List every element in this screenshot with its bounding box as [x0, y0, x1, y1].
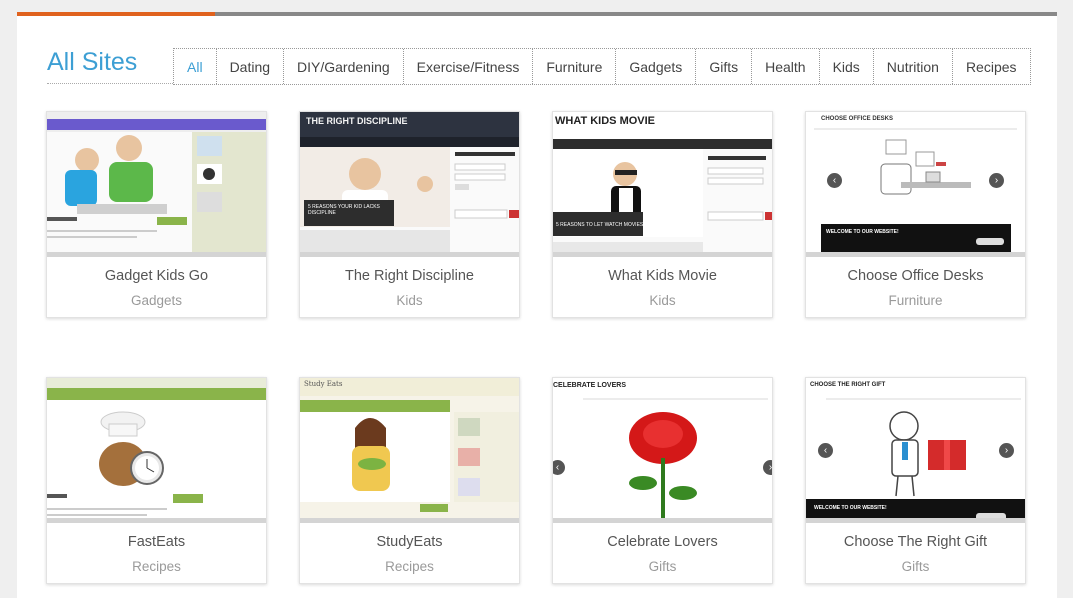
filter-gifts[interactable]: Gifts: [695, 49, 751, 84]
site-card-what-kids-movie[interactable]: WHAT KIDS MOVIE 5 REASONS TO LET WATCH M…: [552, 111, 773, 318]
thumbnail-preview: [47, 112, 266, 252]
thumbnail-preview: [300, 112, 519, 252]
site-card-choose-the-right-gift[interactable]: CHOOSE THE RIGHT GIFT WELCOME TO OUR WEB…: [805, 377, 1026, 584]
thumbnail-header-text: CHOOSE OFFICE DESKS: [821, 116, 894, 122]
chevron-left-icon: ‹: [818, 443, 833, 458]
thumbnail-preview: [300, 378, 519, 518]
thumbnail-preview: [553, 378, 772, 518]
site-category: Furniture: [888, 293, 943, 308]
chevron-left-icon: ‹: [827, 173, 842, 188]
thumbnail-header-text: THE RIGHT DISCIPLINE: [306, 116, 408, 126]
site-name: What Kids Movie: [608, 268, 717, 284]
thumbnail-preview: [806, 378, 1025, 518]
site-category: Kids: [396, 293, 423, 308]
title-underline: [47, 83, 173, 84]
filter-all[interactable]: All: [174, 49, 216, 84]
thumbnail-overlay-text: 5 REASONS TO LET WATCH MOVIES: [556, 222, 644, 228]
site-card-gadget-kids-go[interactable]: Gadget Kids Go Gadgets: [46, 111, 267, 318]
site-category: Recipes: [385, 559, 434, 574]
site-name: Choose The Right Gift: [843, 534, 988, 550]
chevron-right-icon: ›: [989, 173, 1004, 188]
site-name: Gadget Kids Go: [104, 268, 209, 284]
filter-kids[interactable]: Kids: [818, 49, 873, 84]
filter-furniture[interactable]: Furniture: [532, 49, 615, 84]
site-name: FastEats: [127, 534, 186, 550]
thumbnail-header-text: CELEBRATE LOVERS: [553, 382, 626, 389]
site-thumbnail: Study Eats: [300, 378, 519, 523]
filter-diy-gardening[interactable]: DIY/Gardening: [283, 49, 403, 84]
site-card-choose-office-desks[interactable]: CHOOSE OFFICE DESKS WELCOME TO OUR WEBSI…: [805, 111, 1026, 318]
site-card-celebrate-lovers[interactable]: CELEBRATE LOVERS ‹ › Celebrate Lovers Gi…: [552, 377, 773, 584]
thumbnail-banner-text: WELCOME TO OUR WEBSITE!: [814, 505, 887, 511]
site-thumbnail: [47, 112, 266, 257]
thumbnail-preview: [47, 378, 266, 518]
filter-gadgets[interactable]: Gadgets: [615, 49, 695, 84]
chevron-right-icon: ›: [763, 460, 772, 475]
filter-exercise-fitness[interactable]: Exercise/Fitness: [402, 49, 533, 84]
site-name: The Right Discipline: [345, 268, 474, 284]
site-thumbnail: CELEBRATE LOVERS ‹ ›: [553, 378, 772, 523]
page-title: All Sites: [47, 48, 138, 76]
filter-health[interactable]: Health: [751, 49, 818, 84]
thumbnail-preview: [553, 112, 772, 252]
site-category: Gadgets: [130, 293, 183, 308]
thumbnail-header-text: CHOOSE THE RIGHT GIFT: [810, 382, 886, 388]
site-name: Choose Office Desks: [847, 268, 984, 284]
site-thumbnail: [47, 378, 266, 523]
thumbnail-header-text: Study Eats: [304, 380, 343, 388]
site-thumbnail: THE RIGHT DISCIPLINE 5 REASONS YOUR KID …: [300, 112, 519, 257]
thumbnail-overlay-text: 5 REASONS YOUR KID LACKS DISCIPLINE: [308, 204, 380, 216]
filter-dating[interactable]: Dating: [215, 49, 283, 84]
site-name: StudyEats: [376, 534, 443, 550]
site-category: Kids: [649, 293, 676, 308]
site-category: Gifts: [901, 559, 930, 574]
thumbnail-header-text: WHAT KIDS MOVIE: [555, 115, 656, 127]
site-category: Gifts: [648, 559, 677, 574]
thumbnail-banner-text: WELCOME TO OUR WEBSITE!: [826, 229, 899, 235]
site-card-fasteats[interactable]: FastEats Recipes: [46, 377, 267, 584]
site-category: Recipes: [132, 559, 181, 574]
chevron-right-icon: ›: [999, 443, 1014, 458]
site-thumbnail: CHOOSE THE RIGHT GIFT WELCOME TO OUR WEB…: [806, 378, 1025, 523]
filter-recipes[interactable]: Recipes: [951, 49, 1030, 84]
site-name: Celebrate Lovers: [607, 534, 718, 550]
site-thumbnail: CHOOSE OFFICE DESKS WELCOME TO OUR WEBSI…: [806, 112, 1025, 257]
filter-nutrition[interactable]: Nutrition: [872, 49, 952, 84]
site-card-studyeats[interactable]: Study Eats StudyEats Recipes: [299, 377, 520, 584]
site-thumbnail: WHAT KIDS MOVIE 5 REASONS TO LET WATCH M…: [553, 112, 772, 257]
category-filter-bar: All Dating DIY/Gardening Exercise/Fitnes…: [173, 48, 1031, 85]
site-card-the-right-discipline[interactable]: THE RIGHT DISCIPLINE 5 REASONS YOUR KID …: [299, 111, 520, 318]
